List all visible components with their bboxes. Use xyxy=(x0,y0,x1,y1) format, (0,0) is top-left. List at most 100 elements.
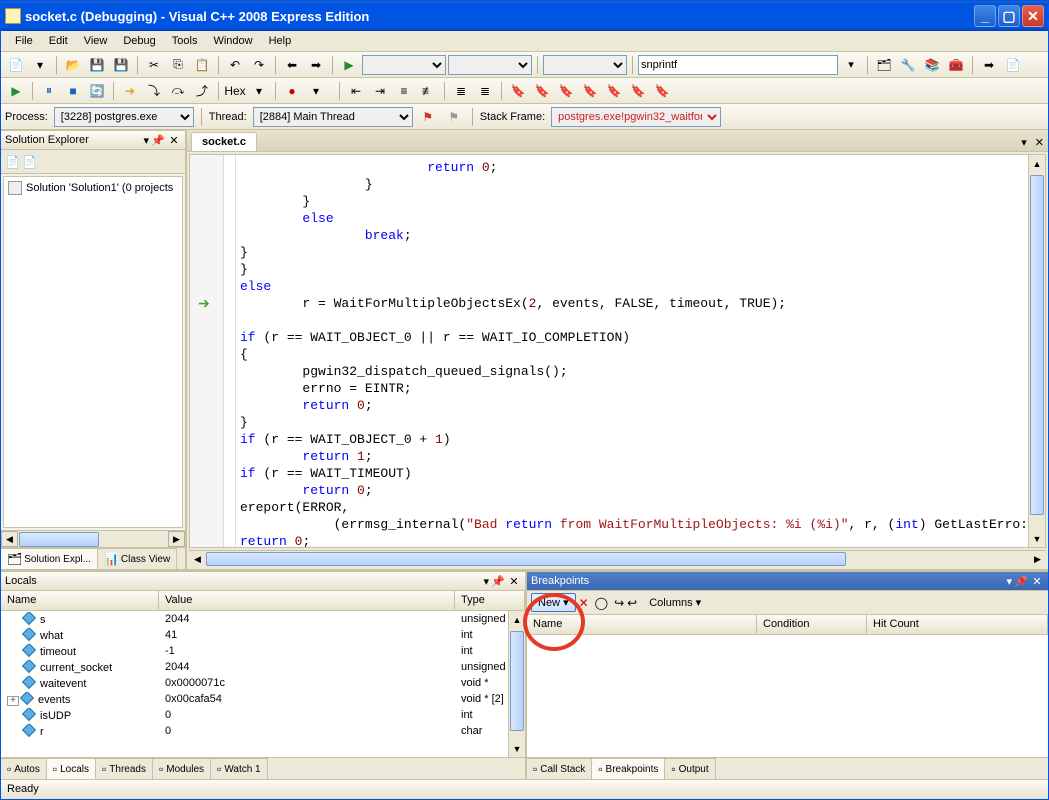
step-over-button[interactable]: ⤼ xyxy=(167,80,189,102)
code-fold-bar[interactable] xyxy=(224,155,236,547)
bp-col-name[interactable]: Name xyxy=(527,615,757,634)
pause-button[interactable]: ⏸ xyxy=(38,80,60,102)
bp-goto2-button[interactable]: ↩ xyxy=(627,596,637,610)
start-page-button[interactable]: ➡ xyxy=(978,54,1000,76)
process-select[interactable]: [3228] postgres.exe xyxy=(54,107,194,127)
search-input[interactable] xyxy=(638,55,838,75)
sidebar-hscroll[interactable]: ◀ ▶ xyxy=(1,530,185,547)
show-next-stmt-button[interactable]: ➜ xyxy=(119,80,141,102)
editor-tab-close[interactable]: ✕ xyxy=(1031,134,1048,151)
comment-button[interactable]: ≡ xyxy=(393,80,415,102)
extra-button[interactable]: 📄 xyxy=(1002,54,1024,76)
bp-toggle-button[interactable]: ◯ xyxy=(595,596,608,610)
class-view-tab[interactable]: 📊Class View xyxy=(98,548,177,569)
bm3-button[interactable]: 🔖 xyxy=(555,80,577,102)
close-icon[interactable]: ✕ xyxy=(167,133,181,147)
locals-row[interactable]: current_socket2044unsigned xyxy=(1,659,525,675)
bp-button[interactable]: ● xyxy=(281,80,303,102)
menu-help[interactable]: Help xyxy=(261,33,300,49)
hex-button[interactable]: Hex xyxy=(224,80,246,102)
bm6-button[interactable]: 🔖 xyxy=(627,80,649,102)
bp-goto-button[interactable]: ↪ xyxy=(614,596,624,610)
pin-icon[interactable]: 📌 xyxy=(151,133,165,147)
bm5-button[interactable]: 🔖 xyxy=(603,80,625,102)
bottom-tab-modules[interactable]: ▫Modules xyxy=(153,758,211,779)
locals-row[interactable]: what41int xyxy=(1,627,525,643)
bottom-tab-output[interactable]: ▫Output xyxy=(665,758,715,779)
locals-close-icon[interactable]: ✕ xyxy=(507,574,521,588)
obj-browser-button[interactable]: 📚 xyxy=(921,54,943,76)
save-all-button[interactable]: 💾 xyxy=(110,54,132,76)
code-editor[interactable]: ➔ return 0; } } else break; } } else r =… xyxy=(189,154,1046,548)
bp-delete-button[interactable]: ✕ xyxy=(579,596,589,610)
locals-pin-icon[interactable]: 📌 xyxy=(491,574,505,588)
menu-file[interactable]: File xyxy=(7,33,41,49)
restart-button[interactable]: 🔄 xyxy=(86,80,108,102)
panel-dropdown-icon[interactable]: ▾ xyxy=(143,134,149,147)
bm1-button[interactable]: 🔖 xyxy=(507,80,529,102)
close-button[interactable]: ✕ xyxy=(1022,5,1044,27)
menu-tools[interactable]: Tools xyxy=(164,33,206,49)
bottom-tab-breakpoints[interactable]: ▫Breakpoints xyxy=(592,758,665,779)
menu-edit[interactable]: Edit xyxy=(41,33,76,49)
solution-explorer-button[interactable]: 🗂 xyxy=(873,54,895,76)
editor-vscroll[interactable]: ▲ ▼ xyxy=(1028,155,1045,547)
config-select[interactable] xyxy=(362,55,446,75)
cut-button[interactable]: ✂ xyxy=(143,54,165,76)
undo-button[interactable]: ↶ xyxy=(224,54,246,76)
nav-fwd-button[interactable]: ➡ xyxy=(305,54,327,76)
menu-view[interactable]: View xyxy=(76,33,116,49)
bp-columns-button[interactable]: Columns ▾ xyxy=(643,594,707,611)
menu-window[interactable]: Window xyxy=(205,33,260,49)
stop-button[interactable]: ■ xyxy=(62,80,84,102)
bm4-button[interactable]: 🔖 xyxy=(579,80,601,102)
fmt1-button[interactable]: ≣ xyxy=(450,80,472,102)
bottom-tab-locals[interactable]: ▫Locals xyxy=(47,758,96,779)
bp-pin-icon[interactable]: 📌 xyxy=(1014,574,1028,588)
code-body[interactable]: return 0; } } else break; } } else r = W… xyxy=(236,155,1045,547)
maximize-button[interactable]: ▢ xyxy=(998,5,1020,27)
locals-row[interactable]: isUDP0int xyxy=(1,707,525,723)
locals-row[interactable]: timeout-1int xyxy=(1,643,525,659)
step-out-button[interactable]: ⤴ xyxy=(191,80,213,102)
bm7-button[interactable]: 🔖 xyxy=(651,80,673,102)
bp-dropdown-icon[interactable]: ▾ xyxy=(1006,575,1012,588)
se-btn2[interactable]: 📄 xyxy=(22,155,37,169)
new-file-button[interactable]: ▾ xyxy=(29,54,51,76)
locals-row[interactable]: waitevent0x0000071cvoid * xyxy=(1,675,525,691)
bp-dd-button[interactable]: ▾ xyxy=(305,80,327,102)
code-margin[interactable]: ➔ xyxy=(190,155,224,547)
solution-explorer-tab[interactable]: 🗂Solution Expl... xyxy=(1,548,98,569)
se-btn1[interactable]: 📄 xyxy=(5,155,20,169)
platform-select[interactable] xyxy=(448,55,532,75)
bp-col-condition[interactable]: Condition xyxy=(757,615,867,634)
bottom-tab-call-stack[interactable]: ▫Call Stack xyxy=(527,758,592,779)
bp-close-icon[interactable]: ✕ xyxy=(1030,574,1044,588)
thread-select[interactable]: [2884] Main Thread xyxy=(253,107,413,127)
indent-r-button[interactable]: ⇥ xyxy=(369,80,391,102)
locals-dropdown-icon[interactable]: ▾ xyxy=(483,575,489,588)
locals-vscroll[interactable]: ▲ ▼ xyxy=(508,611,525,757)
step-into-button[interactable]: ⤵ xyxy=(143,80,165,102)
editor-hscroll[interactable]: ◀ ▶ xyxy=(189,550,1046,567)
thread-flag-button[interactable]: ⚑ xyxy=(417,106,439,128)
solution-root-item[interactable]: Solution 'Solution1' (0 projects xyxy=(8,181,178,195)
find-select[interactable] xyxy=(543,55,627,75)
copy-button[interactable]: ⎘ xyxy=(167,54,189,76)
bp-new-button[interactable]: New ▾ xyxy=(531,593,576,612)
locals-grid-body[interactable]: ▲ ▼ s2044unsignedwhat41inttimeout-1intcu… xyxy=(1,611,525,757)
properties-button[interactable]: 🔧 xyxy=(897,54,919,76)
locals-col-name[interactable]: Name xyxy=(1,591,159,610)
solution-tree[interactable]: Solution 'Solution1' (0 projects xyxy=(3,176,183,528)
toolbox-button[interactable]: 🧰 xyxy=(945,54,967,76)
uncomment-button[interactable]: ≢ xyxy=(417,80,439,102)
locals-col-type[interactable]: Type xyxy=(455,591,525,610)
bm2-button[interactable]: 🔖 xyxy=(531,80,553,102)
redo-button[interactable]: ↷ xyxy=(248,54,270,76)
new-project-button[interactable]: 📄 xyxy=(5,54,27,76)
bp-grid-body[interactable] xyxy=(527,635,1048,757)
bottom-tab-threads[interactable]: ▫Threads xyxy=(96,758,153,779)
menu-debug[interactable]: Debug xyxy=(115,33,163,49)
locals-col-value[interactable]: Value xyxy=(159,591,455,610)
locals-row[interactable]: s2044unsigned xyxy=(1,611,525,627)
